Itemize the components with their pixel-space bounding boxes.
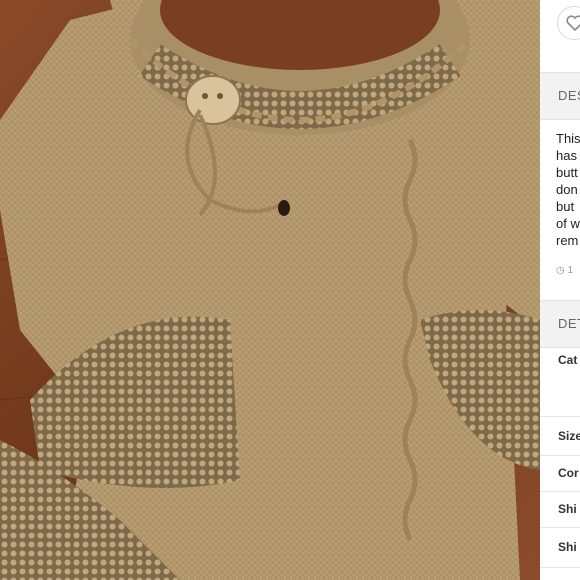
detail-row-size[interactable]: Size [540,417,580,456]
description-line: rem [556,233,579,248]
clock-icon: ◷ [556,265,565,276]
listing-detail-panel: DES This has butt don but of w rem ◷ 1 D… [540,0,580,580]
detail-row-condition[interactable]: Cor [540,456,580,492]
detail-label: Cor [558,466,579,480]
product-photo[interactable] [0,0,540,580]
details-heading: DET [558,316,580,331]
detail-label: Shi [558,540,577,554]
description-line: don [556,182,578,197]
sweater-image [0,0,540,580]
detail-label: Size [558,429,580,443]
description-line: but [556,199,575,214]
description-line: This [556,131,580,146]
favorite-button[interactable] [557,6,580,40]
heart-icon [566,15,580,31]
description-line: of w [556,216,580,231]
description-line: has [556,148,577,163]
description-line: butt [556,165,578,180]
detail-label: Shi [558,502,577,516]
detail-row-category[interactable]: Cat [540,347,580,417]
description-text: This has butt don but of w rem [556,130,580,249]
posted-meta: ◷ 1 [556,265,573,276]
details-header: DET [540,300,580,348]
description-header: DES [540,72,580,120]
description-heading: DES [558,88,580,103]
detail-row-shipping[interactable]: Shi [540,492,580,528]
detail-row-shipping-2[interactable]: Shi [540,528,580,568]
detail-label: Cat [558,353,578,367]
posted-time: 1 [567,265,574,276]
